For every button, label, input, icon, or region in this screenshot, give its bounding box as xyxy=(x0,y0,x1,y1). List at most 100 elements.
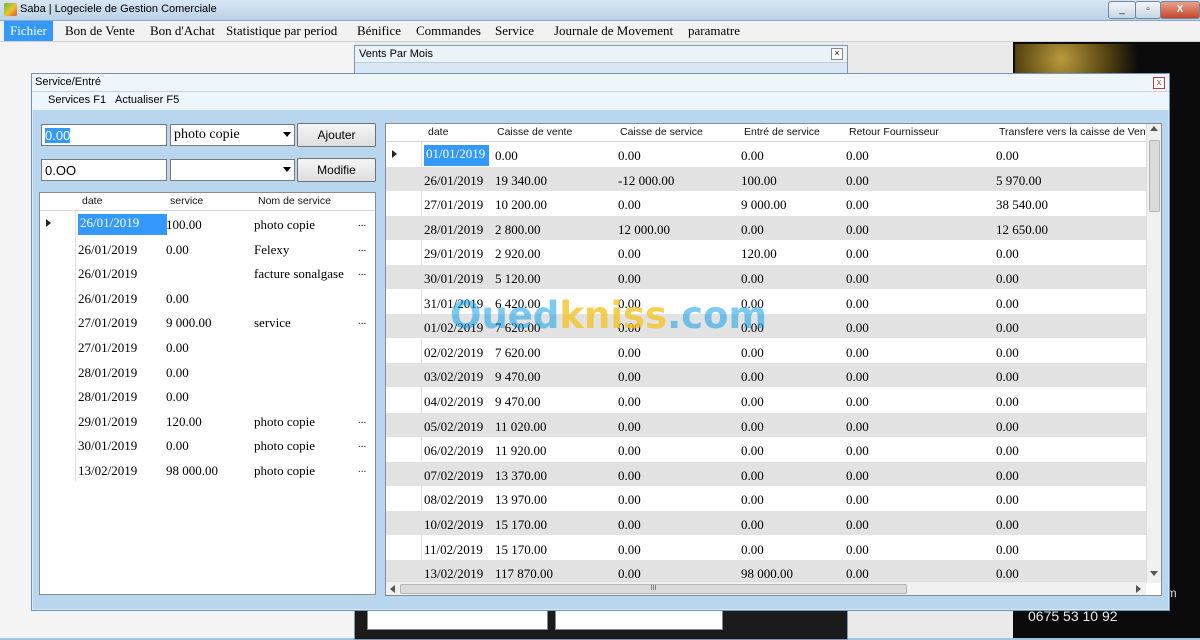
cell-caisse-vente: 13 970.00 xyxy=(495,492,547,508)
table-row[interactable]: 27/01/2019 9 000.00 service... xyxy=(40,309,375,333)
cell-retour-fournisseur: 0.00 xyxy=(846,443,869,459)
cell-date: 26/01/2019 xyxy=(78,290,138,306)
cell-entre-service: 0.00 xyxy=(741,369,764,385)
table-row[interactable]: 29/01/2019 2 920.00 0.00 120.00 0.00 0.00 xyxy=(386,240,1146,264)
menu-actualiser-f5[interactable]: Actualiser F5 xyxy=(115,94,179,106)
cell-service: 0.00 xyxy=(166,340,189,355)
cell-transfere: 0.00 xyxy=(996,492,1019,508)
service-select[interactable]: photo copie xyxy=(170,124,295,146)
column-header-entre-service: Entré de service xyxy=(744,126,820,138)
modifie-button[interactable]: Modifie xyxy=(297,158,376,182)
minimize-button[interactable]: _ xyxy=(1108,1,1136,19)
cell-transfere: 0.00 xyxy=(996,517,1019,532)
cell-caisse-vente: 19 340.00 xyxy=(495,172,547,188)
dialog-close-icon[interactable]: x xyxy=(1153,77,1165,89)
cell-transfere: 0.00 xyxy=(996,541,1019,557)
cell-service: 120.00 xyxy=(166,413,202,429)
cell-retour-fournisseur: 0.00 xyxy=(846,517,869,532)
table-row[interactable]: 26/01/2019 19 340.00 -12 000.00 100.00 0.00 5… xyxy=(386,166,1146,191)
vertical-scrollbar[interactable] xyxy=(1146,124,1161,583)
table-row[interactable]: 27/01/2019 10 200.00 0.00 9 000.00 0.00 38 54… xyxy=(386,191,1146,215)
scroll-down-icon[interactable] xyxy=(1150,571,1158,576)
scroll-up-icon[interactable] xyxy=(1150,126,1158,131)
cell-date: 26/01/2019 xyxy=(78,241,138,257)
cell-caisse-service: 0.00 xyxy=(618,394,641,409)
table-row[interactable]: 04/02/2019 9 470.00 0.00 0.00 0.00 0.00 xyxy=(386,388,1146,412)
menu-services-f1[interactable]: Services F1 xyxy=(48,94,106,106)
table-row[interactable]: 26/01/2019 0.00 Felexy... xyxy=(40,236,375,260)
cell-date: 28/01/2019 xyxy=(78,364,138,380)
cell-retour-fournisseur: 0.00 xyxy=(846,467,869,483)
menu-statistique[interactable]: Statistique par period xyxy=(220,21,343,41)
cell-date: 05/02/2019 xyxy=(424,418,484,434)
menu-paramatre[interactable]: paramatre xyxy=(682,21,746,41)
table-row[interactable]: 06/02/2019 11 920.00 0.00 0.00 0.00 0.00 xyxy=(386,437,1146,461)
table-row[interactable]: 28/01/2019 2 800.00 12 000.00 0.00 0.00 12 65… xyxy=(386,215,1146,240)
table-row[interactable]: 26/01/2019 0.00 xyxy=(40,285,375,309)
menu-commandes[interactable]: Commandes xyxy=(410,21,487,41)
cell-nom-service: Felexy xyxy=(254,241,290,257)
menu-fichier[interactable]: Fichier xyxy=(4,21,53,41)
cell-transfere: 0.00 xyxy=(996,566,1019,582)
watermark: Ouedkniss.com xyxy=(450,294,767,337)
app-logo-icon xyxy=(4,3,17,16)
table-row[interactable]: 27/01/2019 0.00 xyxy=(40,334,375,358)
close-window-button[interactable]: X xyxy=(1160,1,1200,19)
cell-service: 0.00 xyxy=(166,364,189,380)
table-row[interactable]: 28/01/2019 0.00 xyxy=(40,383,375,407)
table-row[interactable]: 29/01/2019 120.00 photo copie... xyxy=(40,408,375,432)
ajouter-button[interactable]: Ajouter xyxy=(297,123,376,147)
cell-more: ... xyxy=(358,266,367,279)
cell-date: 26/01/2019 xyxy=(78,214,168,235)
table-row[interactable]: 11/02/2019 15 170.00 0.00 0.00 0.00 0.00 xyxy=(386,536,1146,560)
cell-entre-service: 0.00 xyxy=(741,541,764,557)
table-row[interactable]: 01/01/2019 0.00 0.00 0.00 0.00 0.00 xyxy=(386,142,1146,166)
cell-date: 26/01/2019 xyxy=(424,172,484,188)
menu-benifice[interactable]: Bénifice xyxy=(351,21,407,41)
cell-entre-service: 0.00 xyxy=(741,221,764,237)
table-row[interactable]: 02/02/2019 7 620.00 0.00 0.00 0.00 0.00 xyxy=(386,339,1146,363)
amount-input[interactable]: 0.00 xyxy=(41,124,167,146)
column-header-nom-service: Nom de service xyxy=(258,195,331,207)
menu-journale[interactable]: Journale de Movement xyxy=(548,21,679,41)
cell-more: ... xyxy=(358,315,367,328)
cell-caisse-vente: 10 200.00 xyxy=(495,197,547,213)
amount-edit-input[interactable]: 0.OO xyxy=(41,159,167,181)
scroll-thumb[interactable] xyxy=(1149,140,1160,212)
table-row[interactable]: 28/01/2019 0.00 xyxy=(40,359,375,383)
vents-close-icon[interactable]: × xyxy=(831,48,843,60)
cell-date: 28/01/2019 xyxy=(424,221,484,237)
hscroll-thumb[interactable]: III xyxy=(400,584,907,594)
maximize-button[interactable]: ▫ xyxy=(1135,1,1161,19)
table-row[interactable]: 05/02/2019 11 020.00 0.00 0.00 0.00 0.00 xyxy=(386,412,1146,437)
menu-bon-de-vente[interactable]: Bon de Vente xyxy=(59,21,141,41)
cell-entre-service: 0.00 xyxy=(741,394,764,409)
service-select-value: photo copie xyxy=(174,127,240,142)
table-row[interactable]: 13/02/2019 98 000.00 photo copie... xyxy=(40,457,375,481)
cell-entre-service: 120.00 xyxy=(741,246,777,262)
cell-date: 07/02/2019 xyxy=(424,467,484,483)
dialog-menubar: Services F1 Actualiser F5 xyxy=(32,92,1169,110)
cell-transfere: 0.00 xyxy=(996,467,1019,483)
table-row[interactable]: 30/01/2019 0.00 photo copie... xyxy=(40,432,375,456)
scroll-right-icon[interactable] xyxy=(1136,585,1141,593)
table-row[interactable]: 26/01/2019 100.00 photo copie... xyxy=(40,211,375,235)
horizontal-scrollbar[interactable]: III xyxy=(386,581,1146,595)
table-row[interactable]: 03/02/2019 9 470.00 0.00 0.00 0.00 0.00 xyxy=(386,363,1146,388)
menu-bon-dachat[interactable]: Bon d'Achat xyxy=(144,21,221,41)
table-row[interactable]: 07/02/2019 13 370.00 0.00 0.00 0.00 0.00 xyxy=(386,461,1146,486)
cell-entre-service: 9 000.00 xyxy=(741,197,787,213)
table-row[interactable]: 30/01/2019 5 120.00 0.00 0.00 0.00 0.00 xyxy=(386,265,1146,289)
cell-service: 0.00 xyxy=(166,389,189,405)
cell-caisse-vente: 9 470.00 xyxy=(495,394,541,409)
cell-transfere: 0.00 xyxy=(996,320,1019,336)
table-row[interactable]: 10/02/2019 15 170.00 0.00 0.00 0.00 0.00 xyxy=(386,511,1146,535)
scroll-left-icon[interactable] xyxy=(390,585,395,593)
cell-more: ... xyxy=(358,463,367,475)
table-row[interactable]: 08/02/2019 13 970.00 0.00 0.00 0.00 0.00 xyxy=(386,486,1146,510)
table-row[interactable]: 26/01/2019 facture sonalgase... xyxy=(40,260,375,284)
menu-service[interactable]: Service xyxy=(489,21,540,41)
cell-caisse-vente: 0.00 xyxy=(495,148,518,163)
cell-more: ... xyxy=(358,217,367,229)
service-edit-select[interactable] xyxy=(170,159,295,181)
